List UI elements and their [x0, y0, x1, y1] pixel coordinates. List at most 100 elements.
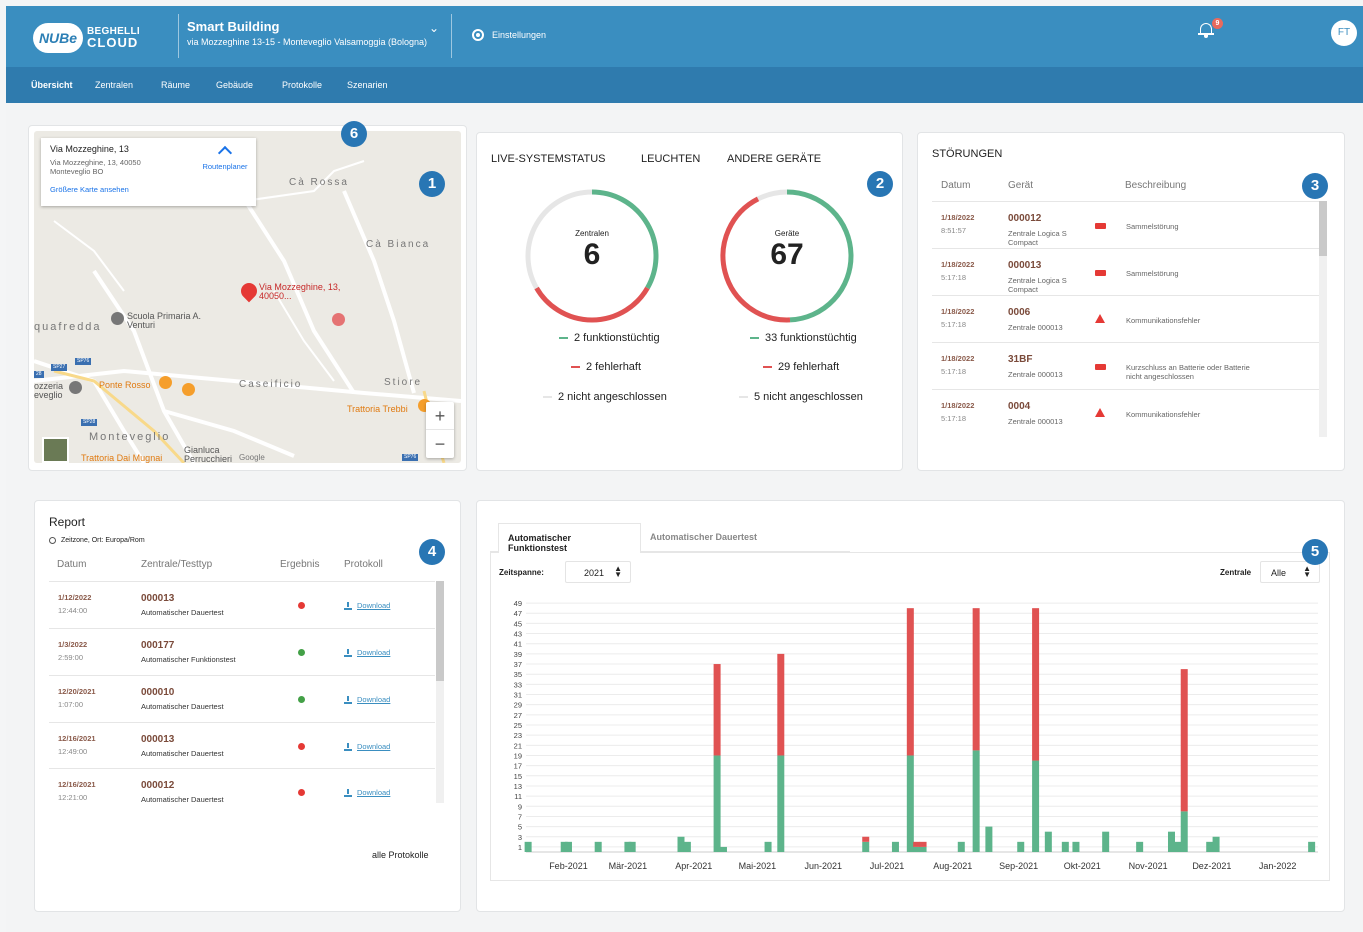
bar-ok[interactable]: [1061, 841, 1069, 852]
bar-ok[interactable]: [719, 846, 727, 852]
bar-ok[interactable]: [713, 755, 721, 852]
bar-fail[interactable]: [972, 608, 980, 751]
bar-ok[interactable]: [1180, 811, 1188, 852]
all-protocols-link[interactable]: alle Protokolle: [372, 850, 429, 860]
tab-protokolle[interactable]: Protokolle: [282, 80, 322, 90]
report-col-result[interactable]: Ergebnis: [280, 559, 319, 570]
bar-ok[interactable]: [677, 836, 685, 852]
zoom-control: + −: [426, 402, 454, 458]
bar-fail[interactable]: [862, 836, 870, 842]
bar-ok[interactable]: [891, 841, 899, 852]
bar-ok[interactable]: [957, 841, 965, 852]
brand-logo[interactable]: NUBe BEGHELLI CLOUD: [33, 21, 141, 55]
table-row[interactable]: 1/18/2022 5:17:18 0004 Zentrale 000013 K…: [932, 389, 1319, 436]
pin-label: Via Mozzeghine, 13, 40050...: [259, 282, 341, 301]
bar-ok[interactable]: [594, 841, 602, 852]
tab-funktionstest[interactable]: Automatischer Funktionstest: [498, 523, 641, 553]
bar-ok[interactable]: [1032, 760, 1040, 852]
tab-zentralen[interactable]: Zentralen: [95, 80, 133, 90]
bar-ok[interactable]: [1136, 841, 1144, 852]
central-disc-legend: 2 nicht angeschlossen: [543, 391, 667, 403]
bar-ok[interactable]: [862, 841, 870, 852]
avatar[interactable]: FT: [1331, 20, 1357, 46]
report-date: 12/20/2021: [58, 687, 96, 696]
bar-ok[interactable]: [1102, 831, 1110, 852]
disconnected-swatch: [739, 396, 748, 398]
bar-ok[interactable]: [628, 841, 636, 852]
download-link[interactable]: Download: [344, 742, 390, 751]
y-tick-label: 15: [514, 772, 522, 781]
bar-ok[interactable]: [972, 750, 980, 852]
bar-fail[interactable]: [919, 841, 927, 847]
chevron-down-icon[interactable]: ⌄: [429, 21, 439, 35]
bar-ok[interactable]: [764, 841, 772, 852]
bell-icon[interactable]: [1198, 22, 1214, 38]
faults-col-date[interactable]: Datum: [941, 180, 970, 191]
disconnected-swatch: [543, 396, 552, 398]
table-row[interactable]: 12/16/2021 12:21:00 000012 Automatischer…: [49, 768, 435, 815]
download-link[interactable]: Download: [344, 601, 390, 610]
route-planner-button[interactable]: Routenplaner: [195, 145, 255, 171]
bar-ok[interactable]: [919, 846, 927, 852]
tab-leuchten[interactable]: LEUCHTEN: [641, 153, 700, 165]
bar-ok[interactable]: [1167, 831, 1175, 852]
faults-col-device[interactable]: Gerät: [1008, 180, 1033, 191]
bar-ok[interactable]: [1206, 841, 1214, 852]
bar-ok[interactable]: [1212, 836, 1220, 852]
larger-map-link[interactable]: Größere Karte ansehen: [50, 185, 247, 194]
faults-col-description[interactable]: Beschreibung: [1125, 180, 1186, 191]
building-selector[interactable]: Smart Building via Mozzeghine 13-15 - Mo…: [187, 19, 447, 47]
bar-ok[interactable]: [777, 755, 785, 852]
table-row[interactable]: 12/20/2021 1:07:00 000010 Automatischer …: [49, 675, 435, 722]
zoom-in-button[interactable]: +: [426, 402, 454, 430]
bar-ok[interactable]: [913, 846, 921, 852]
faults-scroll-thumb[interactable]: [1319, 201, 1327, 256]
bar-ok[interactable]: [683, 841, 691, 852]
bar-fail[interactable]: [1180, 669, 1188, 812]
zoom-out-button[interactable]: −: [426, 430, 454, 458]
bar-ok[interactable]: [1072, 841, 1080, 852]
download-link[interactable]: Download: [344, 695, 390, 704]
bar-fail[interactable]: [906, 608, 914, 756]
report-col-date[interactable]: Datum: [57, 559, 86, 570]
tab-live-systemstatus[interactable]: LIVE-SYSTEMSTATUS: [491, 153, 606, 165]
bar-fail[interactable]: [1032, 608, 1040, 761]
bar-fail[interactable]: [913, 841, 921, 847]
table-row[interactable]: 1/12/2022 12:44:00 000013 Automatischer …: [49, 581, 435, 628]
period-select[interactable]: 2021 ▲ ▼: [565, 561, 631, 583]
bar-ok[interactable]: [564, 841, 572, 852]
tab-andere-geraete[interactable]: ANDERE GERÄTE: [727, 153, 821, 165]
tab-raeume[interactable]: Räume: [161, 80, 190, 90]
table-row[interactable]: 1/18/2022 5:17:18 0006 Zentrale 000013 K…: [932, 295, 1319, 342]
bar-ok[interactable]: [1308, 841, 1316, 852]
bar-fail[interactable]: [777, 653, 785, 756]
fault-device: 000013: [1008, 260, 1042, 271]
bar-ok[interactable]: [1174, 841, 1182, 852]
y-tick-label: 23: [514, 731, 522, 740]
bar-ok[interactable]: [1044, 831, 1052, 852]
download-link[interactable]: Download: [344, 788, 390, 797]
bar-ok[interactable]: [906, 755, 914, 852]
tab-szenarien[interactable]: Szenarien: [347, 80, 388, 90]
table-row[interactable]: 12/16/2021 12:49:00 000013 Automatischer…: [49, 722, 435, 769]
report-scroll-thumb[interactable]: [436, 581, 444, 681]
fault-device-sub: Zentrale Logica S Compact: [1008, 229, 1067, 247]
fault-device: 31BF: [1008, 354, 1033, 365]
satellite-toggle[interactable]: [42, 437, 69, 463]
table-row[interactable]: 1/18/2022 5:17:18 000013 Zentrale Logica…: [932, 248, 1319, 295]
bar-fail[interactable]: [713, 664, 721, 756]
tab-dauertest[interactable]: Automatischer Dauertest: [641, 523, 766, 553]
bar-ok[interactable]: [985, 826, 993, 852]
report-col-central[interactable]: Zentrale/Testtyp: [141, 559, 212, 570]
download-link[interactable]: Download: [344, 648, 390, 657]
tab-uebersicht[interactable]: Übersicht: [31, 80, 73, 90]
bar-ok[interactable]: [1017, 841, 1025, 852]
report-col-protocol[interactable]: Protokoll: [344, 559, 383, 570]
table-row[interactable]: 1/18/2022 8:51:57 000012 Zentrale Logica…: [932, 201, 1319, 248]
table-row[interactable]: 1/3/2022 2:59:00 000177 Automatischer Fu…: [49, 628, 435, 675]
table-row[interactable]: 1/18/2022 5:17:18 31BF Zentrale 000013 K…: [932, 342, 1319, 389]
map-view[interactable]: Cà Rossa Cà Bianca quafredda Caseificio …: [34, 131, 461, 463]
tab-gebaeude[interactable]: Gebäude: [216, 80, 253, 90]
settings-button[interactable]: Einstellungen: [472, 29, 546, 41]
bar-ok[interactable]: [524, 841, 532, 852]
